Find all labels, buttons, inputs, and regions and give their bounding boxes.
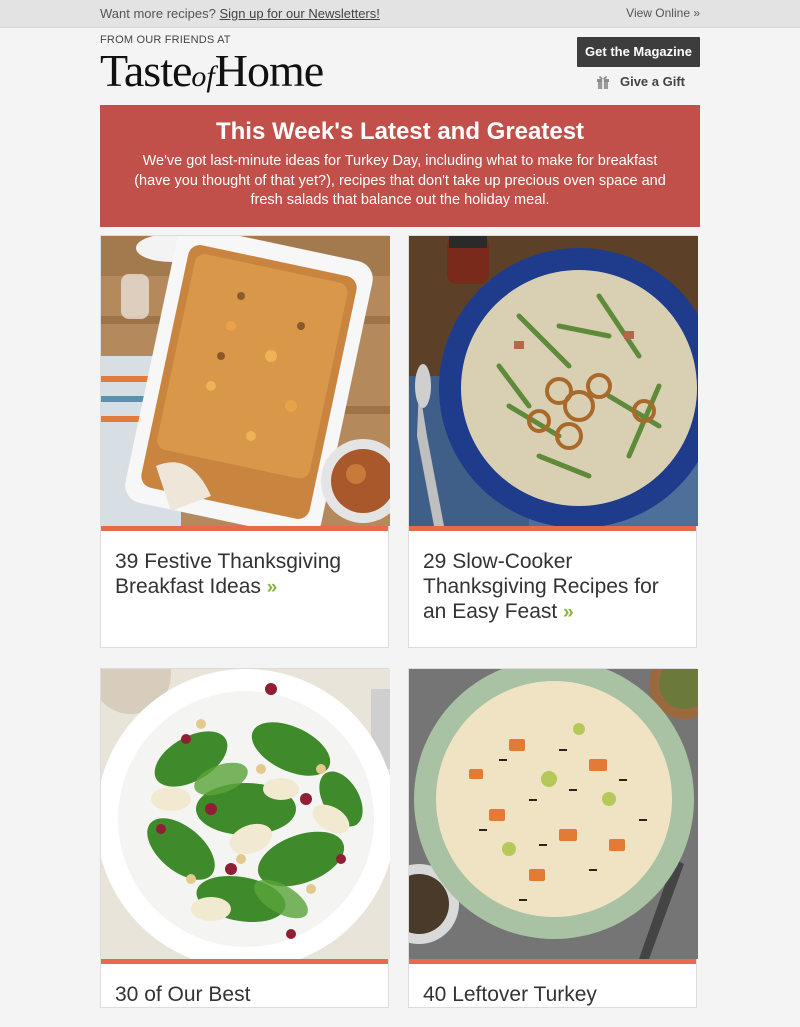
card-title[interactable]: 40 Leftover Turkey (409, 964, 696, 1027)
logo-text-of: of (191, 60, 215, 93)
gift-icon (596, 74, 610, 94)
card-title[interactable]: 30 of Our Best (101, 964, 388, 1027)
card-title[interactable]: 29 Slow-Cooker Thanksgiving Recipes for … (409, 531, 696, 645)
newsletter-prompt: Want more recipes? Sign up for our Newsl… (100, 6, 380, 21)
card-title-text[interactable]: 29 Slow-Cooker Thanksgiving Recipes for … (423, 550, 659, 623)
breakfast-casserole-image[interactable] (101, 236, 390, 526)
recipe-card-salads[interactable]: 30 of Our Best (100, 668, 390, 1008)
card-title-text[interactable]: 39 Festive Thanksgiving Breakfast Ideas (115, 550, 341, 598)
hero-title: This Week's Latest and Greatest (215, 118, 585, 145)
card-title-text[interactable]: 40 Leftover Turkey (423, 983, 597, 1006)
card-title-text[interactable]: 30 of Our Best (115, 983, 250, 1006)
header: FROM OUR FRIENDS AT TasteofHome Get the … (100, 28, 700, 103)
card-arrow-icon[interactable]: » (267, 577, 278, 598)
wild-rice-soup-image[interactable] (409, 669, 698, 959)
gift-label: Give a Gift (619, 74, 685, 89)
hero-body: We've got last-minute ideas for Turkey D… (134, 153, 666, 208)
card-arrow-icon[interactable]: » (563, 602, 574, 623)
hero-banner: This Week's Latest and Greatest We've go… (100, 105, 700, 227)
green-bean-casserole-image[interactable] (409, 236, 698, 526)
logo-text-home: Home (214, 45, 324, 96)
newsletter-prompt-text: Want more recipes? (100, 6, 216, 21)
recipe-card-breakfast[interactable]: 39 Festive Thanksgiving Breakfast Ideas … (100, 235, 390, 648)
top-bar: Want more recipes? Sign up for our Newsl… (0, 0, 800, 28)
card-title[interactable]: 39 Festive Thanksgiving Breakfast Ideas … (101, 531, 388, 620)
logo-text-taste: Taste (100, 45, 192, 96)
taste-of-home-logo[interactable]: TasteofHome (100, 45, 324, 103)
get-magazine-button[interactable]: Get the Magazine (577, 37, 700, 67)
give-gift-link[interactable]: Give a Gift (596, 73, 685, 94)
recipe-card-leftover-turkey[interactable]: 40 Leftover Turkey (408, 668, 698, 1008)
recipe-card-slow-cooker[interactable]: 29 Slow-Cooker Thanksgiving Recipes for … (408, 235, 698, 648)
newsletter-signup-link[interactable]: Sign up for our Newsletters! (219, 6, 379, 21)
spinach-pear-salad-image[interactable] (101, 669, 390, 959)
view-online-link[interactable]: View Online » (626, 6, 700, 20)
